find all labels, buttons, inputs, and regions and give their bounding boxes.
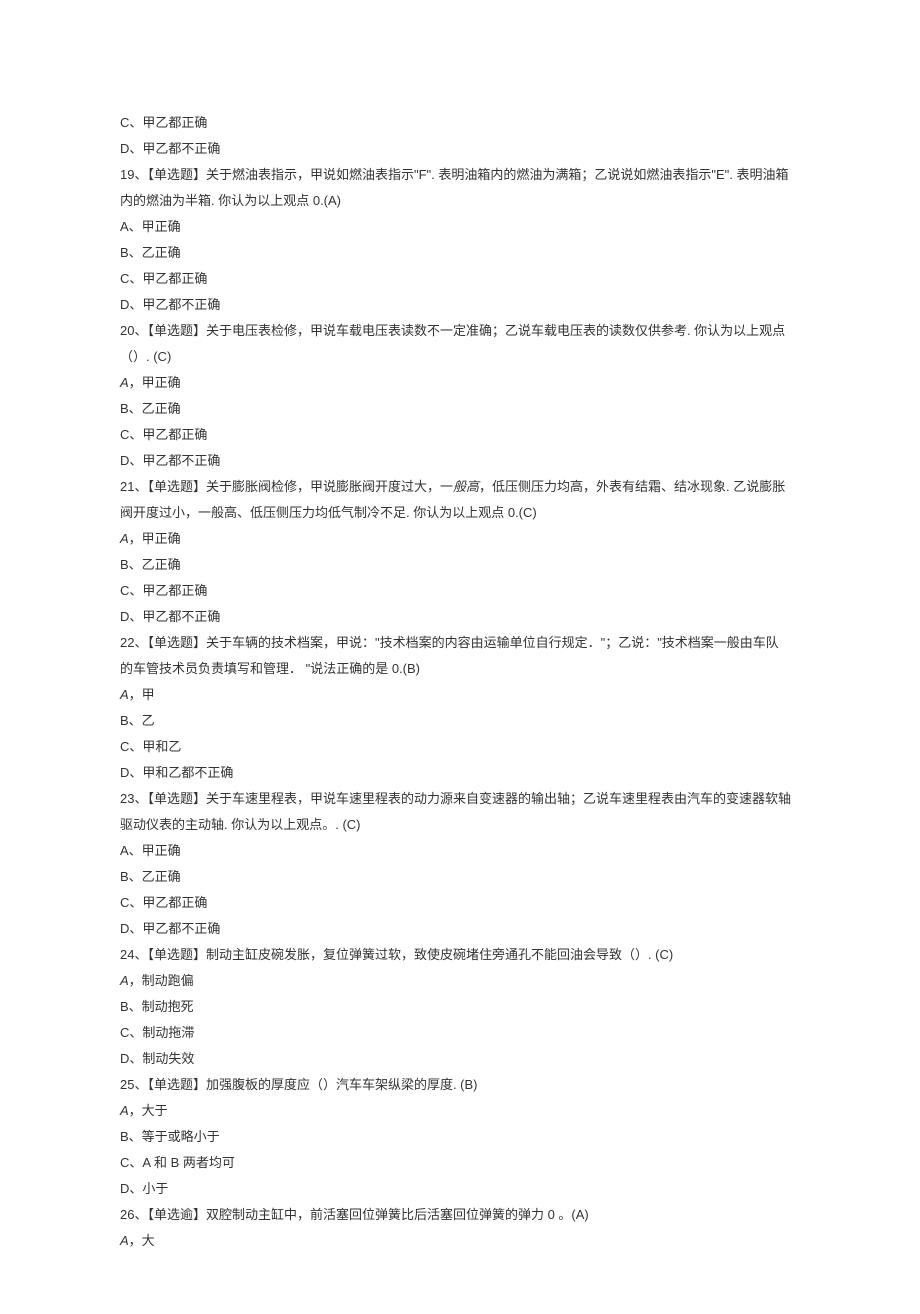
option-text: ，甲正确 bbox=[129, 375, 181, 390]
option-d: D、甲乙都不正确 bbox=[120, 916, 810, 942]
option-c: C、甲和乙 bbox=[120, 734, 810, 760]
italic-letter: A bbox=[120, 531, 129, 546]
option-text: ，制动跑偏 bbox=[129, 973, 194, 988]
option-a: A，甲 bbox=[120, 682, 810, 708]
option-c: C、A 和 B 两者均可 bbox=[120, 1150, 810, 1176]
option-d: D、甲和乙都不正确 bbox=[120, 760, 810, 786]
option-d: D、甲乙都不正确 bbox=[120, 604, 810, 630]
option-c: C、甲乙都正确 bbox=[120, 110, 810, 136]
document-page: C、甲乙都正确 D、甲乙都不正确 19、【单选题】关于燃油表指示，甲说如燃油表指… bbox=[0, 0, 920, 1314]
option-c: C、甲乙都正确 bbox=[120, 890, 810, 916]
option-b: B、乙 bbox=[120, 708, 810, 734]
option-c: C、甲乙都正确 bbox=[120, 266, 810, 292]
option-c: C、制动拖滞 bbox=[120, 1020, 810, 1046]
option-text: ，甲正确 bbox=[129, 531, 181, 546]
question-19-line1: 19、【单选题】关于燃油表指示，甲说如燃油表指示"F". 表明油箱内的燃油为满箱… bbox=[120, 162, 810, 188]
italic-letter: A bbox=[120, 1233, 129, 1248]
italic-text: 般高 bbox=[453, 479, 479, 494]
question-23-line2: 驱动仪表的主动轴. 你认为以上观点。. (C) bbox=[120, 812, 810, 838]
option-b: B、制动抱死 bbox=[120, 994, 810, 1020]
question-19-line2: 内的燃油为半箱. 你认为以上观点 0.(A) bbox=[120, 188, 810, 214]
text-pre: 21、【单选题】关于膨胀阀检修，甲说膨胀阀开度过大，一 bbox=[120, 479, 453, 494]
question-24: 24、【单选题】制动主缸皮碗发胀，复位弹簧过软，致使皮碗堵住旁通孔不能回油会导致… bbox=[120, 942, 810, 968]
option-b: B、乙正确 bbox=[120, 864, 810, 890]
option-c: C、甲乙都正确 bbox=[120, 422, 810, 448]
option-a: A，甲正确 bbox=[120, 526, 810, 552]
option-text: ，大于 bbox=[129, 1103, 168, 1118]
text-post: ，低压侧压力均高，外表有结霜、结冰现象. 乙说膨胀 bbox=[479, 479, 785, 494]
option-d: D、甲乙都不正确 bbox=[120, 292, 810, 318]
option-a: A，大 bbox=[120, 1228, 810, 1254]
option-d: D、小于 bbox=[120, 1176, 810, 1202]
option-d: D、甲乙都不正确 bbox=[120, 448, 810, 474]
question-26: 26、【单选逾】双腔制动主缸中，前活塞回位弹簧比后活塞回位弹簧的弹力 0 。(A… bbox=[120, 1202, 810, 1228]
italic-letter: A bbox=[120, 687, 129, 702]
question-20-line2: （）. (C) bbox=[120, 344, 810, 370]
question-20-line1: 20、【单选题】关于电压表检修，甲说车载电压表读数不一定准确；乙说车载电压表的读… bbox=[120, 318, 810, 344]
option-text: ，大 bbox=[129, 1233, 155, 1248]
question-22-line2: 的车管技术员负责填写和管理． "说法正确的是 0.(B) bbox=[120, 656, 810, 682]
italic-letter: A bbox=[120, 375, 129, 390]
option-a: A，大于 bbox=[120, 1098, 810, 1124]
question-21-line2: 阀开度过小，一般高、低压侧压力均低气制冷不足. 你认为以上观点 0.(C) bbox=[120, 500, 810, 526]
question-25: 25、【单选题】加强腹板的厚度应（）汽车车架纵梁的厚度. (B) bbox=[120, 1072, 810, 1098]
italic-letter: A bbox=[120, 973, 129, 988]
question-21-line1: 21、【单选题】关于膨胀阀检修，甲说膨胀阀开度过大，一般高，低压侧压力均高，外表… bbox=[120, 474, 810, 500]
option-c: C、甲乙都正确 bbox=[120, 578, 810, 604]
question-23-line1: 23、【单选题】关于车速里程表，甲说车速里程表的动力源来自变速器的输出轴；乙说车… bbox=[120, 786, 810, 812]
option-a: A、甲正确 bbox=[120, 214, 810, 240]
option-b: B、乙正确 bbox=[120, 396, 810, 422]
question-22-line1: 22、【单选题】关于车辆的技术档案，甲说："技术档案的内容由运输单位自行规定．"… bbox=[120, 630, 810, 656]
option-text: ，甲 bbox=[129, 687, 155, 702]
option-a: A、甲正确 bbox=[120, 838, 810, 864]
option-a: A，甲正确 bbox=[120, 370, 810, 396]
italic-letter: A bbox=[120, 1103, 129, 1118]
option-b: B、等于或略小于 bbox=[120, 1124, 810, 1150]
option-b: B、乙正确 bbox=[120, 552, 810, 578]
option-b: B、乙正确 bbox=[120, 240, 810, 266]
option-a: A，制动跑偏 bbox=[120, 968, 810, 994]
option-d: D、制动失效 bbox=[120, 1046, 810, 1072]
option-d: D、甲乙都不正确 bbox=[120, 136, 810, 162]
